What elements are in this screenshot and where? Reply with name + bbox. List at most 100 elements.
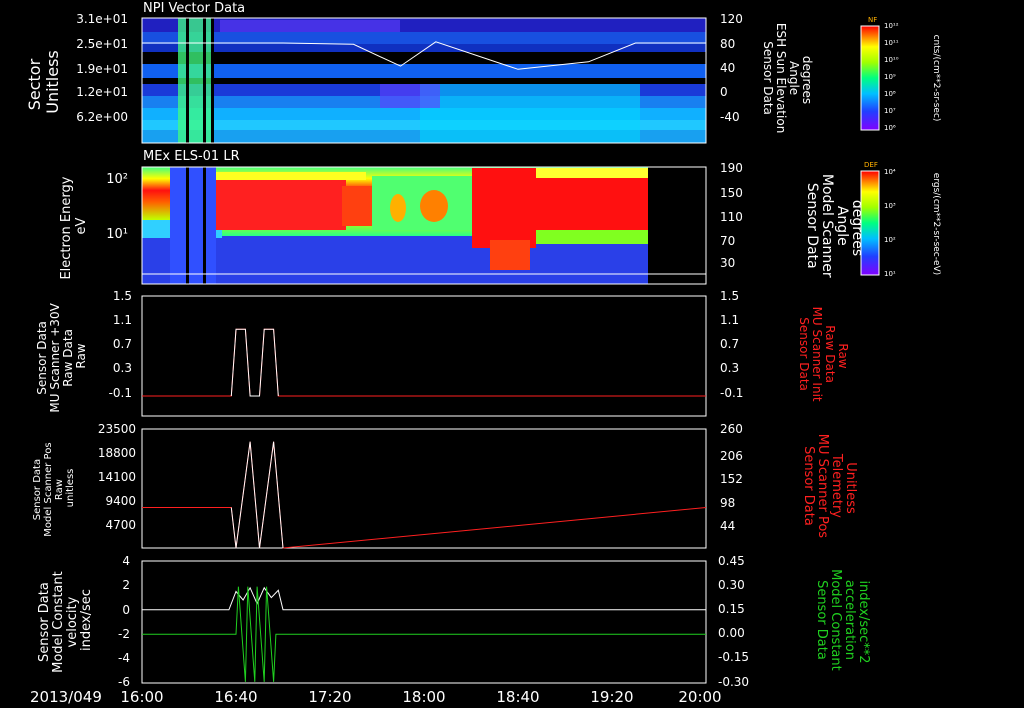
y-axis-label: Sector Unitless [25,50,62,114]
y-tick-label: -4 [118,651,130,665]
y-tick-label: 4 [122,554,130,568]
y2-axis-label-line: Model Constant [828,569,843,671]
colorbar-tick: 10⁹ [884,73,896,81]
y-tick-label: 3.1e+01 [76,12,128,26]
y-axis-label: Sensor Data Model Constant velocity inde… [37,567,94,673]
y2-axis-label-line: MU Scanner Pos [815,434,830,539]
npi-right-axis: 120 80 40 0 -40 [720,12,743,124]
y2-tick-label: -0.15 [718,650,749,664]
colorbar-tick: 10³ [884,202,896,210]
y-tick-label: -2 [118,627,130,641]
time-tick-label: 16:40 [214,688,257,706]
y-tick-label: 10² [106,172,128,187]
y-axis-label-line: Sensor Data [37,582,52,662]
y-tick-label: 1.2e+01 [76,85,128,99]
y2-tick-label: 40 [720,61,735,75]
y-tick-label: 10¹ [106,227,128,242]
els-blob [390,194,406,222]
els-band [472,168,536,248]
els-spectrogram [142,167,706,284]
y-tick-label: 2 [122,578,130,592]
y-tick-label: 0.7 [113,337,132,351]
colorbar-label: NF [868,16,877,24]
y2-tick-label: 0.7 [720,337,739,351]
panel-frame [141,560,707,684]
y2-axis-label-line: Angle [834,206,850,246]
y2-axis-label-line: Model Scanner [819,174,835,278]
y-axis-label: Electron Energy eV [59,172,89,279]
y2-tick-label: 152 [720,472,743,486]
npi-gap [203,18,206,143]
y-axis-label-line: Electron Energy [59,176,74,279]
y2-tick-label: 110 [720,210,743,224]
colorbar-tick: 10¹⁰ [884,56,899,64]
y-tick-label: 14100 [98,470,136,484]
npi-patch [380,84,440,108]
y-tick-label: 23500 [98,422,136,436]
y2-axis-label: Sensor Data MU Scanner Init Raw Data Raw [797,307,850,406]
els-blob [420,190,448,222]
y-tick-label: 1.9e+01 [76,62,128,76]
colorbar-label: DEF [864,161,878,169]
y-axis-label-line: Raw [54,479,65,500]
y-axis-label-line: Raw Data [61,329,75,387]
y2-axis-label-line: Sensor Data [814,580,829,660]
els-band [342,186,372,226]
time-tick-label: 20:00 [678,688,721,706]
series-line-0 [142,441,707,549]
series-line-1 [142,586,706,682]
y-axis-label-line: unitless [65,469,76,508]
time-tick-label: 17:20 [308,688,351,706]
y2-tick-label: 98 [720,496,735,510]
y2-tick-label: 70 [720,234,735,248]
y-axis-label-line: Model Scanner Pos [43,442,54,536]
els-band [216,176,346,230]
y2-axis-label-line: degrees [800,56,814,104]
plot-canvas: NPI Vector Data 3.1e+01 2.5e+01 1.9e+01 … [25,1,941,706]
y-axis-label-line: eV [74,217,89,234]
y2-tick-label: 206 [720,449,743,463]
y2-axis-label: Sensor Data Model Constant acceleration … [814,569,871,675]
panel-frame [141,428,707,549]
y-tick-label: 9400 [105,494,136,508]
panel-npi: NPI Vector Data 3.1e+01 2.5e+01 1.9e+01 … [25,1,941,144]
series-line-0 [142,586,706,611]
y2-tick-label: 80 [720,37,735,51]
y2-axis-label-line: acceleration [842,580,857,660]
y2-axis-label-line: Raw Data [823,325,837,383]
colorbar-gradient [860,25,880,131]
date-label: 2013/049 [30,688,102,706]
time-axis: 2013/049 16:00 16:40 17:20 18:00 18:40 1… [30,688,722,706]
time-tick-label: 18:00 [402,688,445,706]
colorbar-tick: 10⁷ [884,107,896,115]
y-axis-label-line: Unitless [43,50,62,114]
y-tick-label: 0.3 [113,361,132,375]
y2-axis-label-line: Sensor Data [801,446,816,526]
colorbar-units: ergs/(cm**2-sr-sec-eV) [931,173,941,275]
els-burst [170,167,216,284]
y-axis-label-line: Sensor Data [32,459,43,520]
y-axis-label-line: Raw [74,343,88,368]
y-tick-label: -0.1 [109,386,132,400]
els-band [490,240,530,270]
els-gap [203,167,206,284]
y2-tick-label: 0.15 [718,602,745,616]
time-tick-label: 19:20 [590,688,633,706]
y2-tick-label: 30 [720,256,735,270]
y-axis-label: Sensor Data MU Scanner +30V Raw Data Raw [35,299,88,412]
y2-tick-label: 1.5 [720,289,739,303]
series-line-1 [230,441,284,549]
panel-scanner-pos: 23500 18800 14100 9400 4700 Sensor Data … [32,422,858,549]
y2-axis-label-line: Sensor Data [761,41,775,115]
panel-title: MEx ELS-01 LR [143,149,240,164]
y2-tick-label: 1.1 [720,313,739,327]
y2-tick-label: -0.30 [718,675,749,689]
colorbar-gradient [860,170,880,276]
npi-row [142,52,706,64]
y2-tick-label: 0.30 [718,578,745,592]
y2-tick-label: -0.1 [720,386,743,400]
npi-row [142,32,706,44]
els-band [536,230,648,244]
npi-spectrogram [142,18,706,143]
els-band [216,172,366,180]
